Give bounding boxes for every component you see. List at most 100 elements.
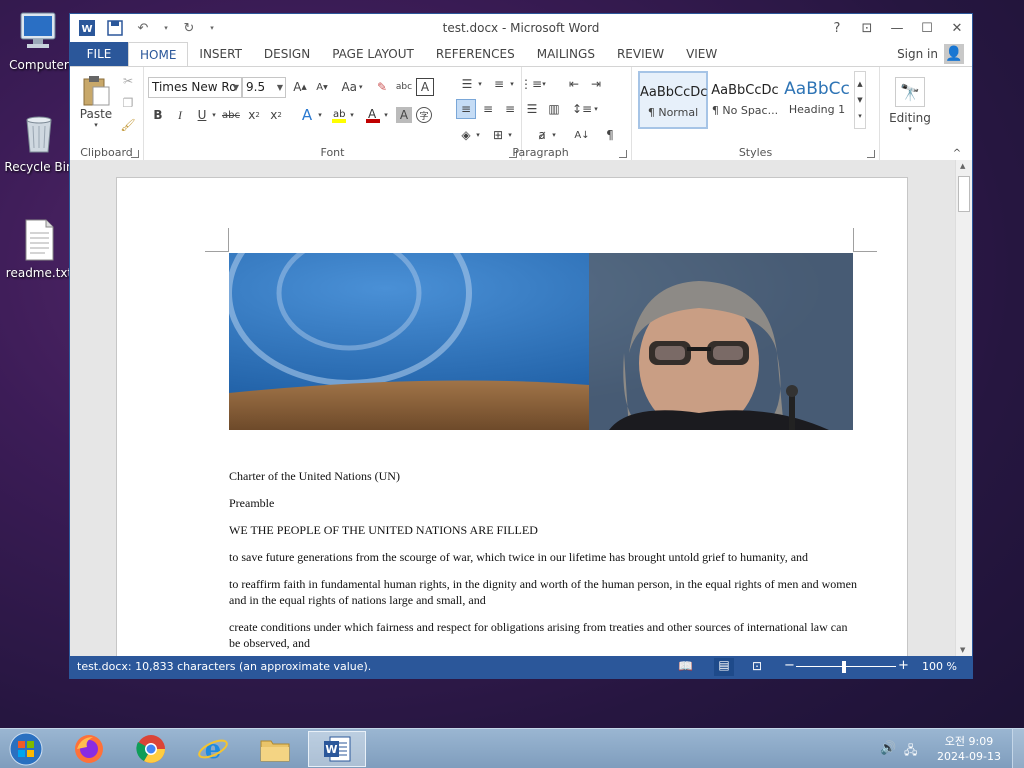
document-body[interactable]: Charter of the United Nations (UN) Pream… (229, 468, 859, 656)
borders-dropdown-icon[interactable]: ▾ (506, 125, 514, 145)
chevron-down-icon[interactable]: ▼ (857, 96, 862, 104)
clear-formatting-icon[interactable]: ✎ (372, 77, 392, 97)
sort-icon[interactable]: A↓ (572, 125, 592, 145)
text-effects-dropdown-icon[interactable]: ▾ (316, 105, 324, 125)
doc-paragraph[interactable]: to save future generations from the scou… (229, 549, 859, 565)
zoom-level[interactable]: 100 % (922, 660, 957, 673)
character-shading-icon[interactable]: A (396, 107, 412, 123)
justify-icon[interactable]: ☰ (522, 99, 542, 119)
doc-paragraph[interactable]: WE THE PEOPLE OF THE UNITED NATIONS ARE … (229, 522, 859, 538)
tab-references[interactable]: REFERENCES (425, 42, 526, 66)
italic-icon[interactable]: I (170, 105, 190, 125)
ribbon-display-options-icon[interactable]: ⊡ (852, 14, 882, 42)
document-stats[interactable]: test.docx: 10,833 characters (an approxi… (77, 660, 371, 673)
subscript-icon[interactable]: x2 (244, 105, 264, 125)
taskbar-chrome[interactable] (124, 731, 178, 767)
text-effects-icon[interactable]: A (296, 105, 318, 125)
chevron-up-icon[interactable]: ▲ (857, 80, 862, 88)
show-desktop-button[interactable] (1012, 729, 1024, 768)
copy-icon[interactable]: ❐ (118, 93, 138, 113)
close-button[interactable]: ✕ (942, 14, 972, 42)
highlight-dropdown-icon[interactable]: ▾ (348, 105, 356, 125)
clipboard-launcher-icon[interactable] (131, 150, 139, 158)
align-right-icon[interactable]: ≡ (500, 99, 520, 119)
document-image[interactable] (229, 253, 853, 430)
superscript-icon[interactable]: x2 (266, 105, 286, 125)
font-size-select[interactable]: 9.5 ▼ (242, 77, 286, 98)
minimize-button[interactable]: — (882, 14, 912, 42)
underline-icon[interactable]: U (192, 105, 212, 125)
maximize-button[interactable]: ☐ (912, 14, 942, 42)
line-spacing-icon[interactable]: ↕≡ (572, 99, 592, 119)
collapse-ribbon-icon[interactable]: ^ (950, 147, 964, 159)
scroll-down-icon[interactable]: ▼ (960, 646, 965, 654)
align-center-icon[interactable]: ≡ (478, 99, 498, 119)
underline-dropdown-icon[interactable]: ▾ (210, 105, 218, 125)
tab-home[interactable]: HOME (128, 42, 189, 67)
align-left-icon[interactable]: ≡ (456, 99, 476, 119)
more-styles-icon[interactable]: ▾ (858, 112, 862, 120)
change-case-button[interactable]: Aa ▾ (338, 77, 366, 97)
start-button[interactable] (0, 731, 52, 767)
numbering-icon[interactable]: ≡ (488, 75, 510, 93)
zoom-slider-thumb[interactable] (842, 661, 846, 673)
increase-indent-icon[interactable]: ⇥ (586, 75, 606, 93)
distributed-icon[interactable]: ▥ (544, 99, 564, 119)
tab-design[interactable]: DESIGN (253, 42, 321, 66)
tab-view[interactable]: VIEW (675, 42, 728, 66)
decrease-indent-icon[interactable]: ⇤ (564, 75, 584, 93)
tab-page-layout[interactable]: PAGE LAYOUT (321, 42, 425, 66)
tab-review[interactable]: REVIEW (606, 42, 675, 66)
desktop-icon-computer[interactable]: Computer (4, 10, 74, 72)
doc-paragraph[interactable]: create conditions under which fairness a… (229, 619, 859, 651)
line-spacing-dropdown-icon[interactable]: ▾ (592, 99, 600, 119)
avatar[interactable]: 👤 (944, 44, 964, 64)
format-painter-icon[interactable]: 🖌 (118, 115, 138, 135)
document-page[interactable]: Charter of the United Nations (UN) Pream… (116, 177, 908, 656)
cut-icon[interactable]: ✂ (118, 71, 138, 91)
sign-in[interactable]: Sign in 👤 (897, 44, 964, 64)
style-no-spacing[interactable]: AaBbCcDc ¶ No Spac... (710, 71, 780, 129)
tab-insert[interactable]: INSERT (188, 42, 253, 66)
tab-mailings[interactable]: MAILINGS (526, 42, 606, 66)
print-layout-icon[interactable]: ▤ (714, 658, 734, 676)
doc-paragraph[interactable]: Charter of the United Nations (UN) (229, 468, 859, 484)
document-area[interactable]: Charter of the United Nations (UN) Pream… (70, 160, 956, 656)
bullets-dropdown-icon[interactable]: ▾ (476, 75, 484, 93)
enclose-characters-icon[interactable]: 字 (416, 107, 432, 123)
read-mode-icon[interactable]: 📖 (678, 659, 693, 673)
multilevel-dropdown-icon[interactable]: ▾ (540, 75, 548, 93)
doc-paragraph[interactable]: Preamble (229, 495, 859, 511)
font-family-select[interactable]: Times New Ro ▼ (148, 77, 242, 98)
style-heading-1[interactable]: AaBbCc Heading 1 (782, 71, 852, 129)
numbering-dropdown-icon[interactable]: ▾ (508, 75, 516, 93)
paste-button[interactable]: Paste ▾ (78, 71, 114, 133)
web-layout-icon[interactable]: ⊡ (752, 659, 762, 673)
paragraph-launcher-icon[interactable] (619, 150, 627, 158)
shading-icon[interactable]: ◈ (456, 125, 476, 145)
desktop-icon-recycle-bin[interactable]: Recycle Bin (4, 112, 74, 174)
doc-paragraph[interactable]: to reaffirm faith in fundamental human r… (229, 576, 859, 608)
borders-icon[interactable]: ⊞ (488, 125, 508, 145)
system-clock[interactable]: 오전 9:09 2024-09-13 (934, 734, 1004, 764)
tab-file[interactable]: FILE (70, 42, 128, 66)
styles-scroll[interactable]: ▲ ▼ ▾ (854, 71, 866, 129)
taskbar-file-explorer[interactable] (248, 731, 302, 767)
taskbar-firefox[interactable] (62, 731, 116, 767)
font-color-dropdown-icon[interactable]: ▾ (382, 105, 390, 125)
styles-launcher-icon[interactable] (867, 150, 875, 158)
asian-layout-icon[interactable]: ⱥ (532, 125, 552, 145)
show-formatting-icon[interactable]: ¶ (600, 125, 620, 145)
shading-dropdown-icon[interactable]: ▾ (474, 125, 482, 145)
font-color-icon[interactable]: A (362, 105, 384, 125)
scroll-thumb[interactable] (958, 176, 970, 212)
zoom-slider[interactable] (796, 666, 896, 667)
help-button[interactable]: ? (822, 14, 852, 42)
shrink-font-icon[interactable]: A ▼ (312, 77, 332, 97)
highlight-icon[interactable]: ab (328, 105, 350, 125)
grow-font-icon[interactable]: A ▲ (290, 77, 310, 97)
bold-icon[interactable]: B (148, 105, 168, 125)
zoom-in-icon[interactable]: + (898, 658, 909, 673)
multilevel-list-icon[interactable]: ⋮≡ (520, 75, 542, 93)
scroll-up-icon[interactable]: ▲ (960, 162, 965, 170)
